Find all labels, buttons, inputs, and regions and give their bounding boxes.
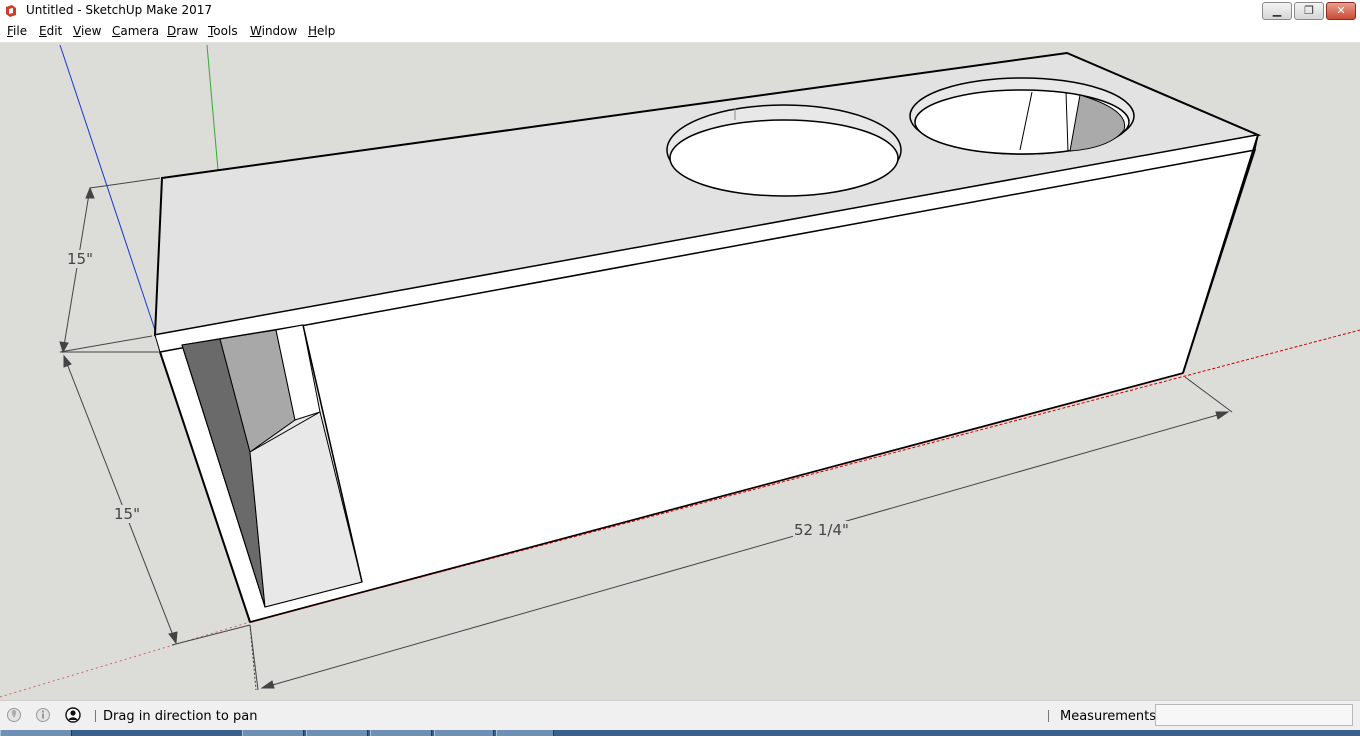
sketchup-logo-icon bbox=[6, 5, 16, 17]
measurements-input[interactable] bbox=[1155, 704, 1353, 726]
green-axis bbox=[206, 44, 219, 171]
menu-tools[interactable]: Tools bbox=[208, 24, 238, 38]
speaker-hole-left bbox=[666, 104, 902, 197]
menu-view[interactable]: View bbox=[73, 24, 101, 38]
restore-button[interactable]: ❐ bbox=[1294, 2, 1324, 20]
menu-draw[interactable]: Draw bbox=[167, 24, 198, 38]
model-canvas[interactable] bbox=[0, 43, 1360, 699]
measurements-separator bbox=[1048, 710, 1049, 722]
user-account-icon[interactable] bbox=[65, 707, 81, 723]
minimize-button[interactable]: ▁ bbox=[1262, 2, 1292, 20]
menu-file[interactable]: File bbox=[7, 24, 27, 38]
status-separator bbox=[95, 710, 96, 722]
window-title: Untitled - SketchUp Make 2017 bbox=[26, 3, 213, 17]
menu-bar: File Edit View Camera Draw Tools Window … bbox=[0, 22, 1360, 43]
menu-help[interactable]: Help bbox=[308, 24, 335, 38]
taskbar-item[interactable] bbox=[496, 730, 554, 736]
red-axis-negative bbox=[0, 621, 251, 698]
dimension-label-top: 15" bbox=[66, 250, 94, 268]
geo-location-icon[interactable] bbox=[6, 707, 22, 723]
blue-axis bbox=[59, 44, 156, 331]
speaker-hole-right bbox=[909, 77, 1135, 155]
dimension-label-length: 52 1/4" bbox=[793, 521, 850, 539]
taskbar bbox=[0, 730, 1360, 736]
start-button[interactable] bbox=[0, 730, 72, 736]
menu-camera[interactable]: Camera bbox=[112, 24, 159, 38]
dimension-label-front: 15" bbox=[113, 505, 141, 523]
status-bar: Drag in direction to pan Measurements bbox=[0, 700, 1360, 731]
credits-icon[interactable] bbox=[35, 707, 51, 723]
restore-icon: ❐ bbox=[1304, 4, 1314, 17]
taskbar-item[interactable] bbox=[306, 730, 368, 736]
drawing-viewport[interactable]: 15" 15" 52 1/4" bbox=[0, 43, 1360, 699]
status-message: Drag in direction to pan bbox=[103, 709, 258, 724]
measurements-label: Measurements bbox=[1060, 709, 1157, 724]
title-bar: Untitled - SketchUp Make 2017 ▁ ❐ ✕ bbox=[0, 0, 1360, 22]
menu-window[interactable]: Window bbox=[250, 24, 297, 38]
taskbar-item[interactable] bbox=[434, 730, 494, 736]
taskbar-item[interactable] bbox=[242, 730, 304, 736]
taskbar-item[interactable] bbox=[370, 730, 432, 736]
menu-edit[interactable]: Edit bbox=[39, 24, 62, 38]
close-icon: ✕ bbox=[1336, 4, 1346, 17]
close-button[interactable]: ✕ bbox=[1326, 2, 1356, 20]
minimize-icon: ▁ bbox=[1272, 4, 1282, 17]
